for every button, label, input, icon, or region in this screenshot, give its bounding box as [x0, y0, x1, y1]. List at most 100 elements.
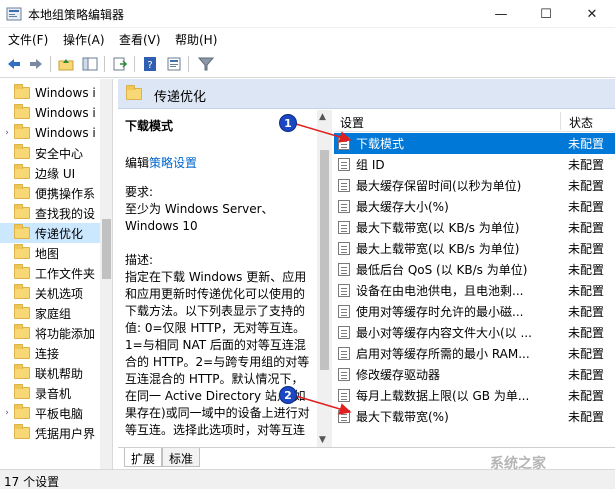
back-icon[interactable] [4, 54, 24, 74]
setting-row[interactable]: 最大缓存大小(%) 未配置 [334, 196, 615, 217]
scroll-thumb[interactable] [320, 150, 329, 370]
setting-row[interactable]: 最大下载带宽(%) 未配置 [334, 406, 615, 427]
folder-icon [14, 124, 30, 139]
description-scrollbar[interactable]: ▲ ▼ [317, 110, 332, 447]
up-folder-icon[interactable] [56, 54, 76, 74]
tree-item[interactable]: 录音机 [0, 383, 100, 403]
scroll-up-icon[interactable]: ▲ [319, 112, 326, 122]
setting-row[interactable]: 最低后台 QoS (以 KB/s 为单位) 未配置 [334, 259, 615, 280]
close-button[interactable]: ✕ [569, 0, 615, 28]
page-title: 传递优化 [154, 90, 207, 105]
tree-item[interactable]: 关机选项 [0, 283, 100, 303]
tab-standard[interactable]: 标准 [162, 448, 201, 467]
callout-2: 2 [279, 386, 297, 404]
folder-icon [14, 264, 30, 279]
list-header: 设置 状态 [334, 110, 615, 132]
help-icon[interactable]: ? [140, 54, 160, 74]
tree-item[interactable]: › Windows i [0, 123, 100, 143]
tree-item[interactable]: Windows i [0, 103, 100, 123]
tree-item[interactable]: Windows i [0, 83, 100, 103]
tree-item[interactable]: 安全中心 [0, 143, 100, 163]
properties-icon[interactable] [164, 54, 184, 74]
title-bar: 本地组策略编辑器 — ☐ ✕ [0, 0, 615, 28]
tree-scrollbar[interactable] [100, 79, 112, 469]
setting-row[interactable]: 启用对等缓存所需的最小 RAM... 未配置 [334, 343, 615, 364]
policy-setting-icon [338, 158, 350, 171]
policy-setting-icon [338, 179, 350, 192]
policy-setting-icon [338, 200, 350, 213]
folder-icon [14, 224, 30, 239]
setting-row[interactable]: 组 ID 未配置 [334, 154, 615, 175]
toolbar-separator [104, 56, 105, 72]
policy-setting-icon [338, 410, 350, 423]
menu-file[interactable]: 文件(F) [8, 31, 48, 48]
folder-icon [14, 324, 30, 339]
setting-row[interactable]: 最大下载带宽(以 KB/s 为单位) 未配置 [334, 217, 615, 238]
setting-row[interactable]: 修改缓存驱动器 未配置 [334, 364, 615, 385]
setting-row[interactable]: 每月上载数据上限(以 GB 为单... 未配置 [334, 385, 615, 406]
setting-row[interactable]: 最大上载带宽(以 KB/s 为单位) 未配置 [334, 238, 615, 259]
window-title: 本地组策略编辑器 [28, 8, 125, 22]
edit-policy-link[interactable]: 策略设置 [149, 156, 197, 170]
tree-item-label: 联机帮助 [35, 366, 84, 381]
setting-row[interactable]: 下载模式 未配置 [334, 133, 615, 154]
setting-name: 启用对等缓存所需的最小 RAM... [356, 347, 530, 361]
expand-arrow-icon[interactable]: › [0, 128, 14, 138]
setting-row[interactable]: 使用对等缓存时允许的最小磁... 未配置 [334, 301, 615, 322]
tree-item[interactable]: 联机帮助 [0, 363, 100, 383]
maximize-button[interactable]: ☐ [523, 0, 569, 28]
tree-item[interactable]: 家庭组 [0, 303, 100, 323]
setting-row[interactable]: 设备在由电池供电，且电池剩... 未配置 [334, 280, 615, 301]
folder-icon [14, 204, 30, 219]
tree-scroll-thumb[interactable] [102, 219, 111, 279]
expand-arrow-icon[interactable]: › [0, 408, 14, 418]
folder-icon [126, 85, 142, 100]
setting-state: 未配置 [568, 284, 605, 298]
tree-item-label: 查找我的设 [35, 206, 96, 221]
menu-view[interactable]: 查看(V) [119, 31, 161, 48]
setting-state: 未配置 [568, 389, 605, 403]
tab-extended[interactable]: 扩展 [124, 448, 163, 467]
setting-name: 最大下载带宽(以 KB/s 为单位) [356, 221, 520, 235]
callout-1: 1 [279, 114, 297, 132]
column-header-state[interactable]: 状态 [569, 114, 593, 131]
tree-item[interactable]: 传递优化 [0, 223, 100, 243]
export-list-icon[interactable] [110, 54, 130, 74]
tree-item[interactable]: 连接 [0, 343, 100, 363]
tree-item[interactable]: 便携操作系 [0, 183, 100, 203]
setting-row[interactable]: 最大缓存保留时间(以秒为单位) 未配置 [334, 175, 615, 196]
toolbar-separator [50, 56, 51, 72]
menu-help[interactable]: 帮助(H) [175, 31, 217, 48]
policy-setting-icon [338, 305, 350, 318]
tree-item[interactable]: 工作文件夹 [0, 263, 100, 283]
setting-name: 使用对等缓存时允许的最小磁... [356, 305, 524, 319]
setting-name: 修改缓存驱动器 [356, 368, 441, 382]
column-header-setting[interactable]: 设置 [340, 114, 364, 131]
tree-item[interactable]: 地图 [0, 243, 100, 263]
watermark: 系统之家 [490, 456, 546, 472]
folder-icon [14, 84, 30, 99]
policy-setting-icon [338, 221, 350, 234]
tree-item[interactable]: › 平板电脑 [0, 403, 100, 423]
setting-name: 最大上载带宽(以 KB/s 为单位) [356, 242, 520, 256]
scroll-down-icon[interactable]: ▼ [319, 435, 326, 445]
tree-item[interactable]: 查找我的设 [0, 203, 100, 223]
tree-item-label: Windows i [35, 106, 96, 120]
filter-icon[interactable] [196, 54, 216, 74]
tree-item[interactable]: 边缘 UI [0, 163, 100, 183]
setting-state: 未配置 [568, 200, 605, 214]
forward-icon[interactable] [26, 54, 46, 74]
toolbar: ? [0, 50, 615, 78]
setting-name: 最大下载带宽(%) [356, 410, 449, 424]
tree-item[interactable]: 凭据用户界 [0, 423, 100, 443]
minimize-button[interactable]: — [478, 0, 524, 28]
toolbar-separator [134, 56, 135, 72]
policy-editor-icon [6, 7, 22, 21]
setting-row[interactable]: 最小对等缓存内容文件大小(以 ... 未配置 [334, 322, 615, 343]
show-hide-tree-icon[interactable] [80, 54, 100, 74]
tree-item-label: 安全中心 [35, 146, 84, 161]
menu-action[interactable]: 操作(A) [63, 31, 105, 48]
tree-item[interactable]: 将功能添加 [0, 323, 100, 343]
setting-name: 设备在由电池供电，且电池剩... [356, 284, 524, 298]
column-divider[interactable] [560, 112, 561, 130]
